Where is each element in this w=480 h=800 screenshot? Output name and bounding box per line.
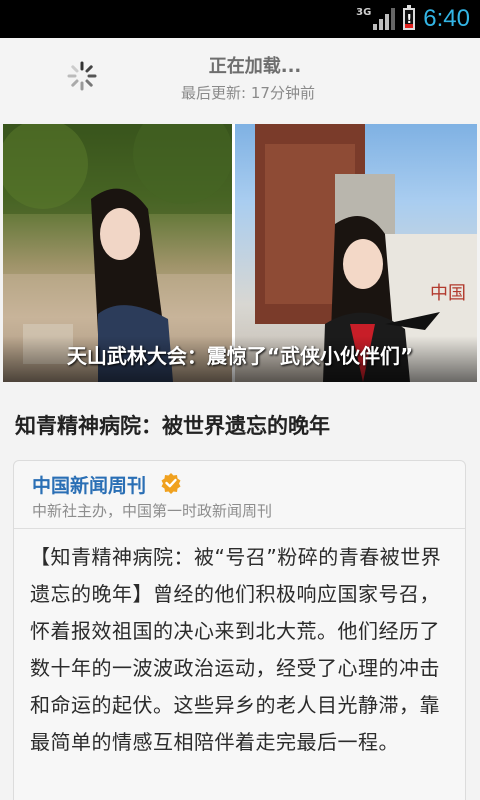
article-title[interactable]: 知青精神病院：被世界遗忘的晚年 xyxy=(15,410,330,440)
post-body-text: 【知青精神病院：被“号召”粉碎的青春被世界遗忘的晚年】曾经的他们积极响应国家号召… xyxy=(30,545,442,754)
weibo-card[interactable]: 中国新闻周刊 中新社主办，中国第一时政新闻周刊 【知青精神病院：被“号召”粉碎的… xyxy=(13,460,466,800)
pull-to-refresh-header: 正在加载... 最后更新: 17分钟前 xyxy=(0,38,480,122)
refresh-status-text: 正在加载... xyxy=(208,56,302,77)
verified-badge-icon xyxy=(161,473,181,494)
svg-text:中国: 中国 xyxy=(430,283,466,304)
account-description: 中新社主办，中国第一时政新闻周刊 xyxy=(32,502,273,520)
featured-banner[interactable]: 中国 天山武林大会：震惊了“武侠小伙伴们” xyxy=(3,124,477,382)
card-header: 中国新闻周刊 中新社主办，中国第一时政新闻周刊 xyxy=(14,461,465,529)
network-type: 3G xyxy=(356,6,372,18)
last-update-text: 最后更新: 17分钟前 xyxy=(181,84,315,102)
banner-caption: 天山武林大会：震惊了“武侠小伙伴们” xyxy=(3,336,477,382)
status-bar: 3G ! 6:40 xyxy=(0,0,480,38)
account-name[interactable]: 中国新闻周刊 xyxy=(32,471,146,498)
signal-icon xyxy=(373,8,396,30)
clock: 6:40 xyxy=(423,5,470,32)
battery-icon: ! xyxy=(403,5,416,30)
